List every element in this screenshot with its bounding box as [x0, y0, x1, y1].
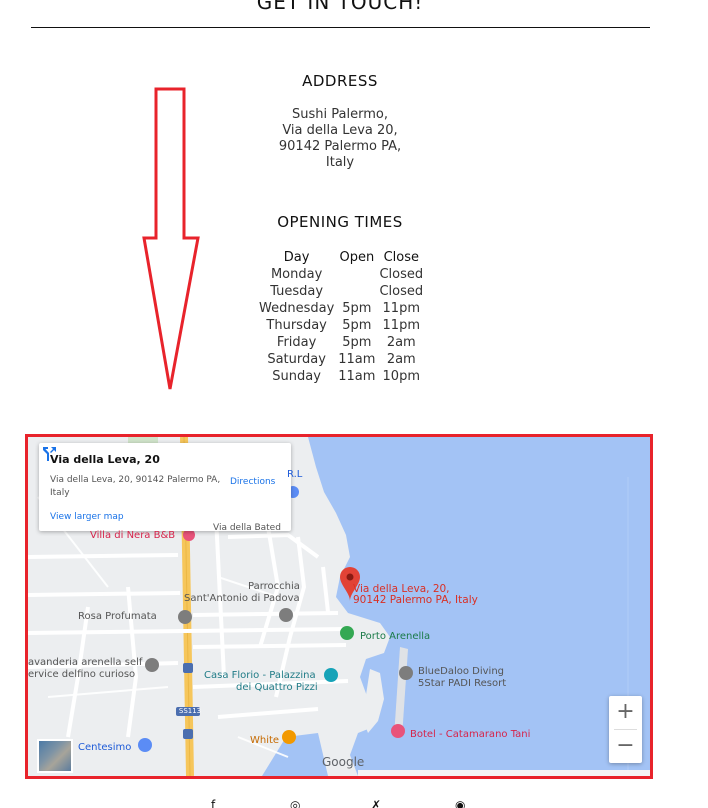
cell-open: 11am	[338, 369, 376, 384]
map-label[interactable]: Botel - Catamarano Tani	[410, 729, 530, 740]
zoom-in-button[interactable]: +	[609, 696, 642, 729]
cell-day: Tuesday	[270, 284, 324, 299]
shop-icon	[138, 738, 152, 752]
bar-icon	[282, 730, 296, 744]
cell-open	[336, 283, 377, 300]
pin-label: 90142 Palermo PA, Italy	[353, 594, 478, 606]
map-label[interactable]: avanderia arenella self	[28, 657, 142, 668]
map-label[interactable]: Casa Florio - Palazzina	[204, 670, 316, 681]
cell-close: 11pm	[382, 318, 420, 333]
facebook-icon[interactable]: f	[211, 798, 215, 808]
camera-icon	[324, 668, 338, 682]
map-label: Via della Bated	[213, 523, 281, 533]
place-address: Via della Leva, 20, 90142 Palermo PA, It…	[50, 475, 221, 498]
cell-day: Thursday	[266, 318, 327, 333]
cell-close: Closed	[379, 284, 424, 299]
place-title: Via della Leva, 20	[50, 453, 160, 466]
map-label[interactable]: Rosa Profumata	[78, 611, 157, 622]
place-info-card: Via della Leva, 20 Via della Leva, 20, 9…	[39, 443, 291, 531]
map-label[interactable]: ervice delfino curioso	[28, 669, 135, 680]
google-logo: Google	[322, 755, 365, 769]
cell-open: 11am	[338, 352, 376, 367]
address-line: Italy	[325, 155, 355, 170]
table-row: Sunday 11am 10pm	[257, 368, 425, 385]
divider	[31, 27, 650, 28]
map-label[interactable]: Parrocchia	[248, 581, 300, 592]
map-label[interactable]: BlueDaloo Diving	[418, 666, 504, 677]
cell-close: 2am	[386, 352, 416, 367]
road-shield: SS113	[178, 707, 202, 715]
diving-icon	[399, 666, 413, 680]
column-header-day: Day	[283, 250, 310, 265]
cell-day: Monday	[270, 267, 323, 282]
map-label[interactable]: Centesimo	[78, 742, 131, 753]
table-row: Tuesday Closed	[257, 283, 425, 300]
church-icon	[279, 608, 293, 622]
table-row: Monday Closed	[257, 266, 425, 283]
cell-day: Friday	[276, 335, 317, 350]
table-header-row: Day Open Close	[257, 249, 425, 266]
address-line: Sushi Palermo,	[292, 107, 388, 122]
column-header-open: Open	[339, 250, 375, 265]
map-label[interactable]: White	[250, 735, 279, 746]
cell-open	[336, 266, 377, 283]
address-title: ADDRESS	[302, 72, 378, 90]
embedded-map[interactable]: Via della Leva, 20 Via della Leva, 20, 9…	[25, 434, 653, 779]
cell-close: 11pm	[382, 301, 420, 316]
cell-day: Sunday	[272, 369, 321, 384]
map-label[interactable]: dei Quattro Pizzi	[236, 682, 318, 693]
column-header-close: Close	[383, 250, 419, 265]
arrow-icon	[142, 87, 200, 390]
cell-open: 5pm	[342, 335, 372, 350]
cell-close: 10pm	[382, 369, 420, 384]
address-line: 90142 Palermo PA,	[278, 139, 402, 154]
zoom-control: + −	[609, 696, 642, 763]
zoom-out-button[interactable]: −	[609, 730, 642, 763]
marina-icon	[340, 626, 354, 640]
cell-open: 5pm	[342, 301, 372, 316]
map-label[interactable]: 5Star PADI Resort	[418, 678, 506, 689]
twitter-icon[interactable]: ✗	[371, 798, 381, 808]
cell-open: 5pm	[342, 318, 372, 333]
cell-day: Wednesday	[259, 301, 335, 316]
map-label[interactable]: Villa di Nera B&B	[90, 530, 175, 541]
opening-times-table: Day Open Close Monday Closed Tuesday Closed…	[257, 249, 425, 385]
page-heading: GET IN TOUCH!	[256, 0, 424, 14]
opening-times-title: OPENING TIMES	[277, 213, 403, 231]
instagram-icon[interactable]: ◎	[290, 798, 300, 808]
satellite-toggle[interactable]	[37, 739, 73, 773]
map-label[interactable]: Sant'Antonio di Padova	[184, 593, 300, 604]
map-footer	[358, 770, 650, 776]
table-row: Friday 5pm 2am	[257, 334, 425, 351]
place-icon	[178, 610, 192, 624]
hotel-icon	[391, 724, 405, 738]
tripadvisor-icon[interactable]: ◉	[455, 798, 465, 808]
directions-icon[interactable]	[39, 443, 59, 463]
cell-close: Closed	[379, 267, 424, 282]
shop-icon	[145, 658, 159, 672]
table-row: Wednesday 5pm 11pm	[257, 300, 425, 317]
cell-close: 2am	[386, 335, 416, 350]
address-block: Sushi Palermo, Via della Leva 20, 90142 …	[0, 107, 680, 171]
address-line: Via della Leva 20,	[282, 123, 398, 138]
map-label: R.L	[287, 469, 303, 480]
directions-link[interactable]: Directions	[230, 477, 275, 487]
view-larger-map-link[interactable]: View larger map	[50, 512, 124, 522]
table-row: Saturday 11am 2am	[257, 351, 425, 368]
cell-day: Saturday	[267, 352, 326, 367]
table-row: Thursday 5pm 11pm	[257, 317, 425, 334]
map-label[interactable]: Porto Arenella	[360, 631, 430, 642]
